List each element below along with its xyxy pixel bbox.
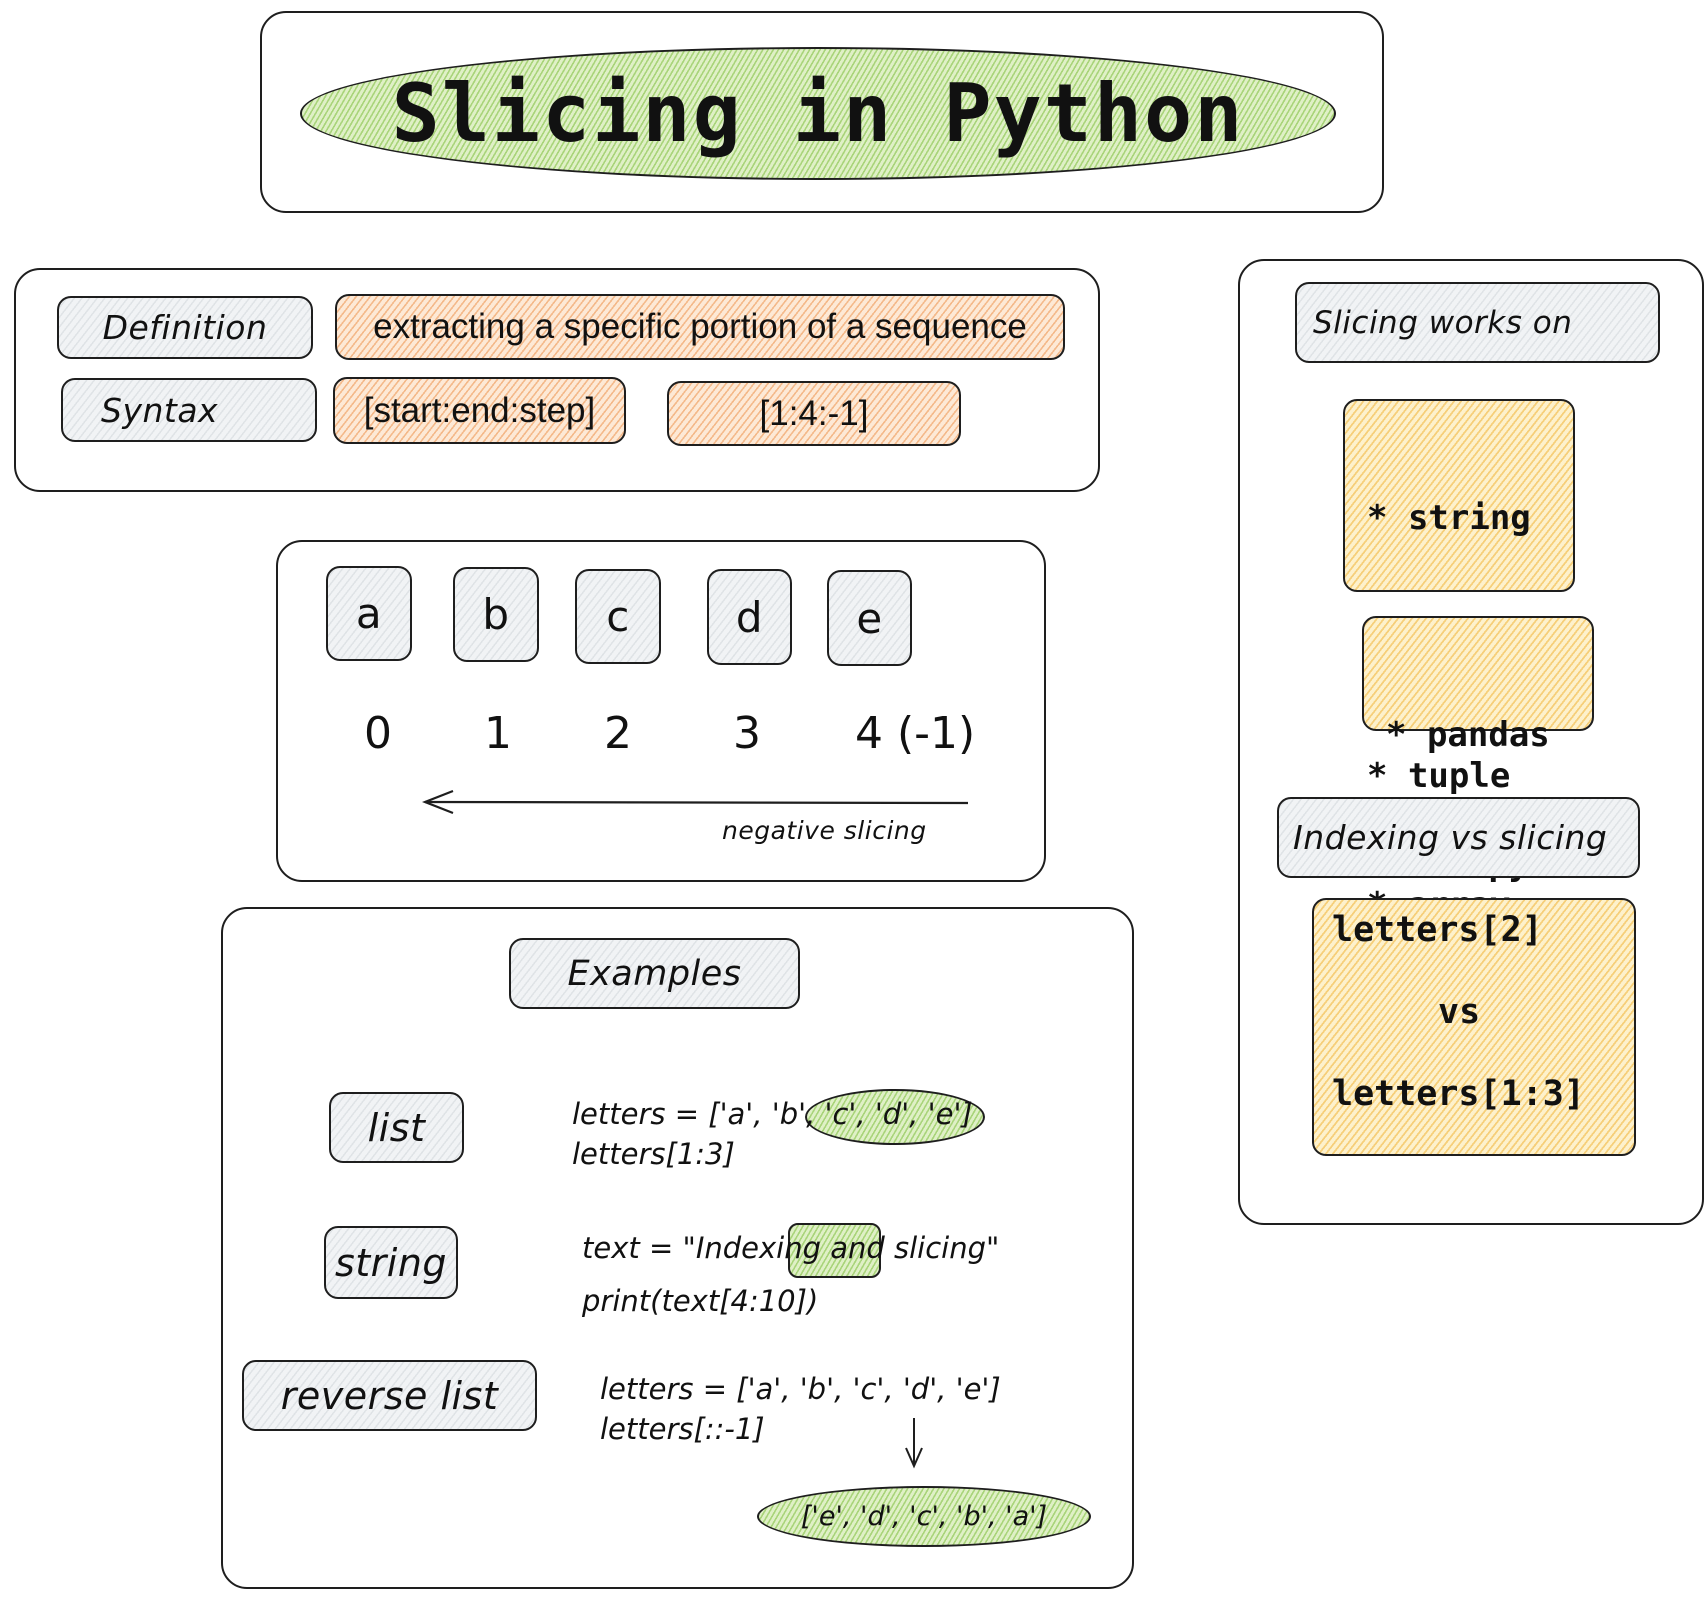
letter-c: c (606, 592, 630, 641)
example-list-code-line2: letters[1:3] (572, 1137, 735, 1171)
title-ellipse: Slicing in Python (300, 47, 1336, 180)
letter-a: a (355, 589, 383, 638)
example-list-code-line1: letters = ['a', 'b', 'c', 'd', 'e'] (572, 1100, 973, 1129)
example-reverse-code-line1: letters = ['a', 'b', 'c', 'd', 'e'] (600, 1372, 1001, 1406)
syntax-value-box: [start:end:step] (333, 377, 626, 444)
example-string-code-line1: text = "Indexing and slicing" (582, 1231, 1000, 1265)
letter-box-a: a (326, 566, 412, 661)
index-example: letters[2] (1332, 910, 1543, 950)
example-reverse-code-line2: letters[::-1] (600, 1412, 765, 1446)
syntax-label: Syntax (101, 390, 219, 430)
letter-b: b (482, 590, 510, 639)
letter-box-b: b (453, 567, 539, 662)
examples-heading-box: Examples (509, 938, 800, 1009)
index-0: 0 (364, 708, 392, 759)
index-1: 1 (484, 708, 512, 759)
works-on-heading-box: Slicing works on (1295, 282, 1660, 363)
code-pre: letters = ['a', (572, 1097, 772, 1131)
library-item: * pandas (1386, 715, 1550, 755)
syntax-value: [start:end:step] (363, 390, 596, 430)
definition-label: Definition (102, 308, 268, 347)
letter-d: d (735, 592, 764, 642)
index-4: 4 (-1) (855, 708, 976, 759)
example-string-label: string (334, 1240, 448, 1285)
example-string-label-box: string (324, 1226, 458, 1299)
indexing-vs-slicing-heading: Indexing vs slicing (1293, 818, 1608, 857)
indexing-vs-slicing-heading-box: Indexing vs slicing (1277, 797, 1640, 878)
reverse-result-ellipse: ['e', 'd', 'c', 'b', 'a'] (757, 1486, 1091, 1547)
definition-label-box: Definition (57, 296, 313, 359)
reverse-result: ['e', 'd', 'c', 'b', 'a'] (800, 1501, 1048, 1532)
code-post: 'e'] (918, 1097, 973, 1131)
builtin-types-box: * string * list * tuple * array (1343, 399, 1575, 925)
example-reverse-label-box: reverse list (242, 1360, 537, 1431)
works-on-heading: Slicing works on (1313, 304, 1573, 341)
syntax-example: [1:4:-1] (759, 393, 869, 433)
definition-value-box: extracting a specific portion of a seque… (335, 294, 1065, 360)
index-2: 2 (604, 708, 632, 759)
negative-slicing-label: negative slicing (722, 816, 927, 845)
negative-direction-arrow-icon (421, 789, 969, 815)
indexing-vs-slicing-box: letters[2] vs letters[1:3] (1312, 898, 1636, 1156)
code-highlight: 'b', 'c', 'd', (771, 1097, 919, 1131)
syntax-example-box: [1:4:-1] (667, 381, 961, 446)
letter-box-c: c (575, 569, 661, 664)
letter-box-e: e (827, 570, 912, 666)
definition-value: extracting a specific portion of a seque… (373, 307, 1027, 346)
index-3: 3 (733, 708, 761, 759)
examples-heading: Examples (567, 953, 742, 994)
type-item: * string (1367, 498, 1531, 538)
letter-e: e (856, 593, 883, 643)
letter-box-d: d (707, 569, 792, 665)
vs-text: vs (1438, 992, 1481, 1032)
example-list-label-box: list (329, 1092, 464, 1163)
example-reverse-label: reverse list (280, 1373, 499, 1418)
result-arrow-down-icon (905, 1418, 923, 1469)
slice-example: letters[1:3] (1332, 1074, 1585, 1114)
page-title: Slicing in Python (391, 67, 1245, 160)
libraries-box: * pandas * numpy (1362, 616, 1594, 884)
syntax-label-box: Syntax (61, 378, 317, 442)
example-string-code-line2: print(text[4:10]) (582, 1284, 819, 1318)
example-list-label: list (367, 1105, 426, 1150)
